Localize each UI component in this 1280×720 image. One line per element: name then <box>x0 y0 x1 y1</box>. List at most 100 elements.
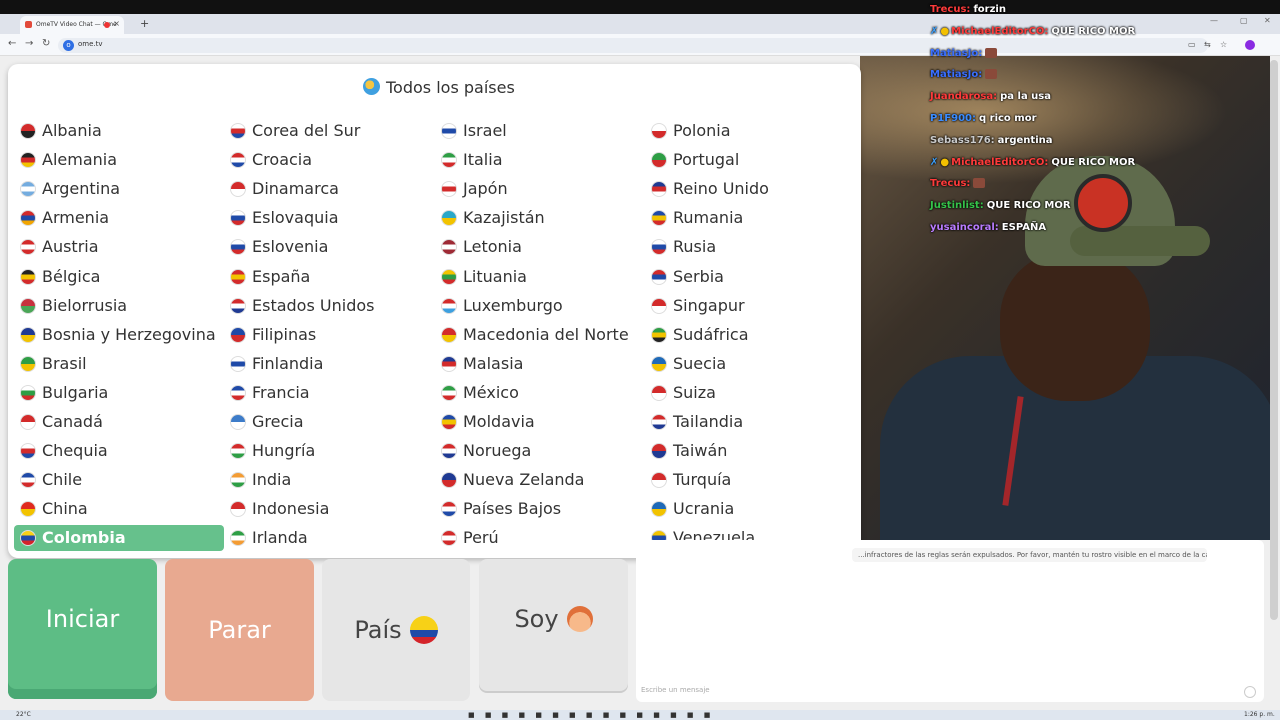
country-item[interactable]: Chequia <box>14 438 214 464</box>
stranger-video <box>860 56 1270 540</box>
chat-username: Juandarosa: <box>930 91 998 103</box>
country-item[interactable]: Bulgaria <box>14 380 214 406</box>
emoji-icon[interactable] <box>1244 686 1256 698</box>
country-item[interactable]: Argentina <box>14 176 214 202</box>
country-item[interactable]: Armenia <box>14 205 214 231</box>
country-name: Israel <box>463 121 507 140</box>
country-item[interactable]: Croacia <box>224 147 424 173</box>
sub-badge-icon: ● <box>940 25 950 37</box>
country-item[interactable]: Estados Unidos <box>224 293 424 319</box>
stop-button[interactable]: Parar <box>165 559 314 701</box>
country-item[interactable]: Rumania <box>645 205 845 231</box>
country-item[interactable]: India <box>224 467 424 493</box>
country-item[interactable]: Suiza <box>645 380 845 406</box>
new-tab-button[interactable]: + <box>140 17 149 30</box>
country-item[interactable]: Alemania <box>14 147 214 173</box>
country-item[interactable]: España <box>224 264 424 290</box>
country-item[interactable]: Francia <box>224 380 424 406</box>
country-item[interactable]: Turquía <box>645 467 845 493</box>
country-item[interactable]: Ucrania <box>645 496 845 522</box>
country-flag-icon <box>441 384 457 401</box>
country-item[interactable]: Rusia <box>645 234 845 260</box>
country-item[interactable]: Chile <box>14 467 214 493</box>
country-item[interactable]: Japón <box>435 176 635 202</box>
country-item[interactable]: Bélgica <box>14 264 214 290</box>
country-item[interactable]: Noruega <box>435 438 635 464</box>
country-item[interactable]: Serbia <box>645 264 845 290</box>
country-button[interactable]: País <box>322 559 470 701</box>
country-item[interactable]: Hungría <box>224 438 424 464</box>
country-item[interactable]: Albania <box>14 118 214 144</box>
country-item[interactable]: Letonia <box>435 234 635 260</box>
country-item[interactable]: Suecia <box>645 351 845 377</box>
country-item[interactable]: Polonia <box>645 118 845 144</box>
gender-button[interactable]: Soy <box>479 559 628 691</box>
cast-icon[interactable]: ▭ <box>1188 40 1196 49</box>
country-item[interactable]: Italia <box>435 147 635 173</box>
country-item[interactable]: Eslovenia <box>224 234 424 260</box>
country-flag-icon <box>441 268 457 285</box>
translate-icon[interactable]: ⇆ <box>1204 40 1211 49</box>
country-item[interactable]: Reino Unido <box>645 176 845 202</box>
country-item[interactable]: Portugal <box>645 147 845 173</box>
country-name: Brasil <box>42 353 87 373</box>
page-scrollbar[interactable] <box>1270 60 1278 620</box>
country-item[interactable]: Bielorrusia <box>14 293 214 319</box>
profile-avatar[interactable] <box>1245 40 1255 50</box>
country-flag-icon <box>441 123 457 139</box>
country-item[interactable]: Irlanda <box>224 525 424 551</box>
country-item[interactable]: Brasil <box>14 351 214 377</box>
country-flag-icon <box>230 472 246 489</box>
country-flag-icon <box>20 297 36 314</box>
omnibox[interactable] <box>58 38 1208 53</box>
country-item[interactable]: Colombia <box>14 525 224 552</box>
country-item[interactable]: Tailandia <box>645 409 845 435</box>
minimize-button[interactable]: — <box>1210 16 1218 25</box>
country-name: Irlanda <box>252 528 308 548</box>
country-item[interactable]: Finlandia <box>224 351 424 377</box>
country-item[interactable]: Países Bajos <box>435 496 635 522</box>
country-name: Suecia <box>673 353 727 373</box>
back-button[interactable]: ← <box>8 38 16 49</box>
start-button[interactable]: Iniciar <box>8 559 157 699</box>
taskbar-clock[interactable]: 1:26 p. m. <box>1244 711 1275 718</box>
country-item[interactable]: Moldavia <box>435 409 635 435</box>
forward-button[interactable]: → <box>25 38 33 49</box>
taskbar-app-icons[interactable]: ■ ■ ■ ■ ■ ■ ■ ■ ■ ■ ■ ■ ■ ■ ■ <box>468 711 714 719</box>
country-item[interactable]: Austria <box>14 234 214 260</box>
country-item[interactable]: Grecia <box>224 409 424 435</box>
country-item[interactable]: Taiwán <box>645 438 845 464</box>
url-text[interactable]: ome.tv <box>78 40 103 48</box>
country-item[interactable]: China <box>14 496 214 522</box>
country-item[interactable]: Macedonia del Norte <box>435 322 635 348</box>
message-input[interactable]: Escribe un mensaje <box>641 686 1191 694</box>
weather-widget[interactable]: 22°C <box>16 711 31 718</box>
country-item[interactable]: Israel <box>435 118 635 144</box>
country-item[interactable]: Kazajistán <box>435 205 635 231</box>
browser-tab[interactable]: OmeTV Video Chat — Ome × <box>20 16 124 34</box>
tab-close-icon[interactable]: × <box>113 19 120 28</box>
country-item[interactable]: Dinamarca <box>224 176 424 202</box>
country-item[interactable]: México <box>435 380 635 406</box>
chat-emote-icon <box>973 178 986 189</box>
reload-button[interactable]: ↻ <box>42 38 50 49</box>
country-item[interactable]: Perú <box>435 525 635 551</box>
country-flag-icon <box>651 384 667 401</box>
close-window-button[interactable]: ✕ <box>1264 16 1271 25</box>
country-item[interactable]: Malasia <box>435 351 635 377</box>
site-info-icon[interactable]: o <box>63 40 74 51</box>
country-item[interactable]: Sudáfrica <box>645 322 845 348</box>
country-item[interactable]: Bosnia y Herzegovina <box>14 322 216 348</box>
country-item[interactable]: Eslovaquia <box>224 205 424 231</box>
country-item[interactable]: Canadá <box>14 409 214 435</box>
country-item[interactable]: Lituania <box>435 264 635 290</box>
country-flag-icon <box>20 414 36 430</box>
maximize-button[interactable]: ▢ <box>1240 16 1248 25</box>
country-item[interactable]: Nueva Zelanda <box>435 467 635 493</box>
country-item[interactable]: Indonesia <box>224 496 424 522</box>
country-item[interactable]: Corea del Sur <box>224 118 424 144</box>
country-item[interactable]: Singapur <box>645 293 845 319</box>
bookmark-star-icon[interactable]: ☆ <box>1220 40 1227 49</box>
country-item[interactable]: Filipinas <box>224 322 424 348</box>
country-item[interactable]: Luxemburgo <box>435 293 635 319</box>
